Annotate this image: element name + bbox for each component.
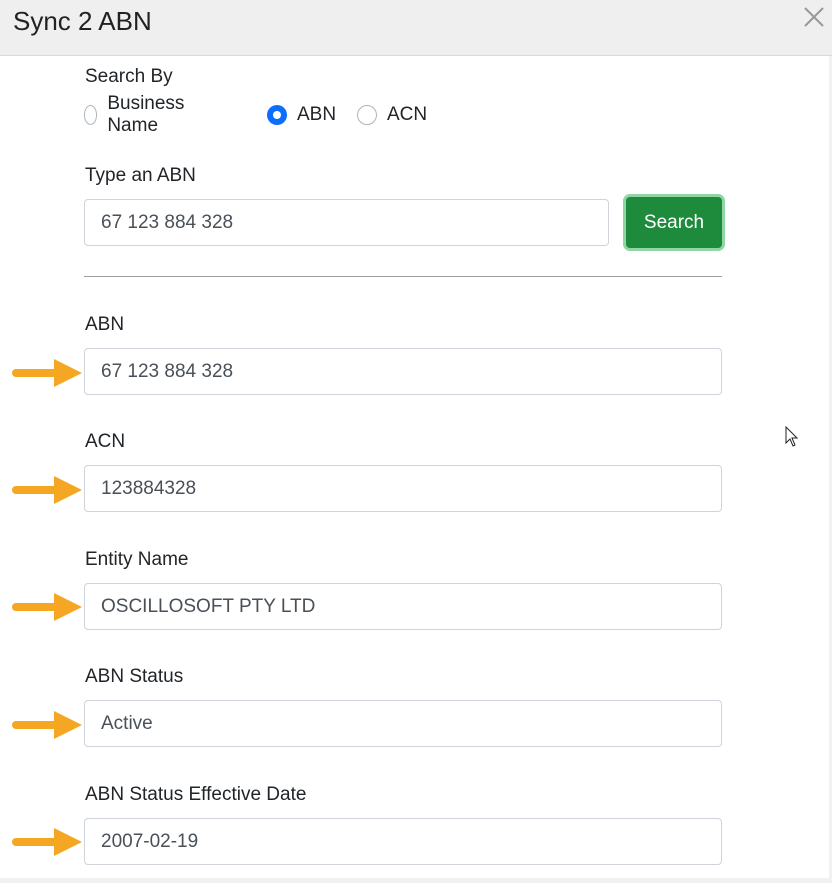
arrow-right-icon bbox=[12, 476, 82, 504]
radio-button[interactable] bbox=[357, 105, 377, 125]
radio-button-checked[interactable] bbox=[267, 105, 287, 125]
window-frame-bottom bbox=[0, 878, 832, 883]
arrow-right-icon bbox=[12, 828, 82, 856]
abn-status-label: ABN Status bbox=[85, 666, 184, 687]
radio-acn[interactable]: ACN bbox=[357, 100, 427, 130]
search-by-label: Search By bbox=[85, 66, 173, 87]
arrow-right-icon bbox=[12, 711, 82, 739]
query-label: Type an ABN bbox=[85, 165, 196, 186]
modal-title: Sync 2 ABN bbox=[13, 6, 152, 36]
radio-button[interactable] bbox=[84, 105, 98, 125]
abn-status-effective-date-field[interactable]: 2007-02-19 bbox=[84, 818, 722, 865]
radio-abn[interactable]: ABN bbox=[267, 100, 336, 130]
abn-status-field[interactable]: Active bbox=[84, 700, 722, 747]
entity-name-label: Entity Name bbox=[85, 549, 189, 570]
acn-field[interactable]: 123884328 bbox=[84, 465, 722, 512]
search-button[interactable]: Search bbox=[626, 197, 722, 248]
acn-label: ACN bbox=[85, 431, 126, 452]
radio-label-abn: ABN bbox=[297, 104, 337, 125]
abn-status-effective-date-label: ABN Status Effective Date bbox=[85, 784, 307, 805]
arrow-right-icon bbox=[12, 593, 82, 621]
radio-business-name[interactable]: Business Name bbox=[84, 93, 191, 136]
abn-search-input[interactable]: 67 123 884 328 bbox=[84, 199, 609, 246]
radio-label-acn: ACN bbox=[387, 104, 428, 125]
modal-header: Sync 2 ABN bbox=[0, 0, 832, 56]
mouse-pointer-icon bbox=[785, 426, 799, 447]
close-icon[interactable] bbox=[800, 3, 828, 31]
radio-label-business-name: Business Name bbox=[107, 93, 185, 136]
divider bbox=[84, 276, 722, 277]
abn-label: ABN bbox=[85, 314, 125, 335]
abn-field[interactable]: 67 123 884 328 bbox=[84, 348, 722, 395]
arrow-right-icon bbox=[12, 359, 82, 387]
entity-name-field[interactable]: OSCILLOSOFT PTY LTD bbox=[84, 583, 722, 630]
